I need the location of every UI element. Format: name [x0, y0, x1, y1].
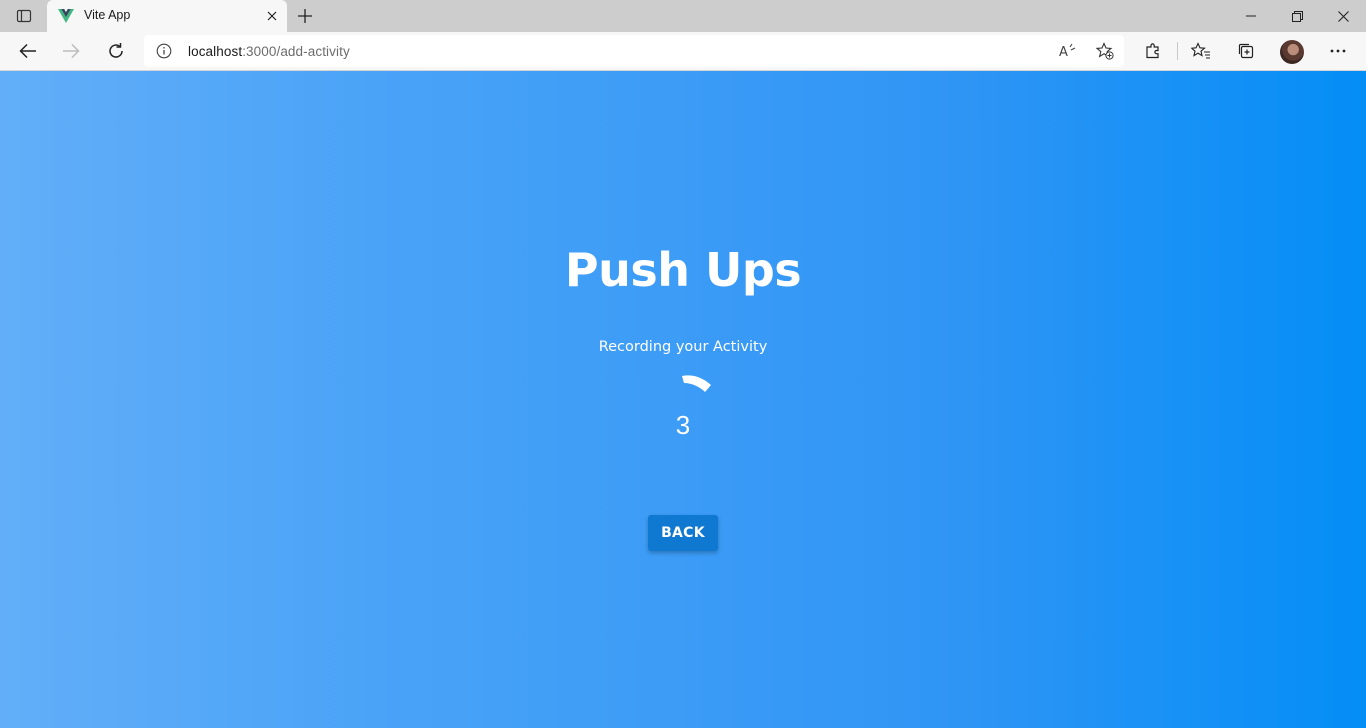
- read-aloud-icon[interactable]: A: [1059, 42, 1077, 60]
- minimize-icon[interactable]: [1228, 0, 1274, 32]
- svg-text:A: A: [1059, 45, 1068, 59]
- address-bar[interactable]: localhost:3000/add-activity A: [144, 35, 1124, 67]
- loading-spinner-icon: [682, 375, 711, 392]
- puzzle-icon[interactable]: [1142, 40, 1164, 62]
- rep-counter: 3: [675, 410, 691, 440]
- tab-strip: Vite App: [0, 0, 1366, 32]
- url-text: localhost:3000/add-activity: [188, 44, 350, 59]
- url-host: localhost: [188, 44, 243, 59]
- browser-tab[interactable]: Vite App: [47, 0, 287, 32]
- page-content: Push Ups Recording your Activity 3 BACK: [0, 71, 1366, 728]
- page-title: Push Ups: [564, 243, 802, 297]
- recording-status: Recording your Activity: [598, 339, 768, 355]
- tab-title: Vite App: [84, 8, 131, 22]
- restore-icon[interactable]: [1274, 0, 1320, 32]
- info-icon[interactable]: [156, 43, 172, 59]
- arrow-right-icon[interactable]: [56, 36, 86, 66]
- back-button[interactable]: BACK: [648, 515, 718, 551]
- star-plus-icon[interactable]: [1096, 42, 1114, 60]
- url-path: :3000/add-activity: [242, 44, 350, 59]
- favorites-icon[interactable]: [1190, 40, 1212, 62]
- refresh-icon[interactable]: [101, 36, 131, 66]
- more-icon[interactable]: [1327, 40, 1349, 62]
- plus-icon[interactable]: [292, 4, 318, 28]
- browser-toolbar: localhost:3000/add-activity A: [0, 32, 1366, 71]
- vue-logo-icon: [58, 9, 74, 23]
- close-window-icon[interactable]: [1320, 0, 1366, 32]
- arrow-left-icon[interactable]: [13, 36, 43, 66]
- toolbar-divider: [1177, 42, 1178, 60]
- close-icon[interactable]: [263, 7, 281, 25]
- collections-icon[interactable]: [1235, 40, 1257, 62]
- tab-actions-icon[interactable]: [8, 4, 40, 28]
- avatar[interactable]: [1280, 40, 1304, 64]
